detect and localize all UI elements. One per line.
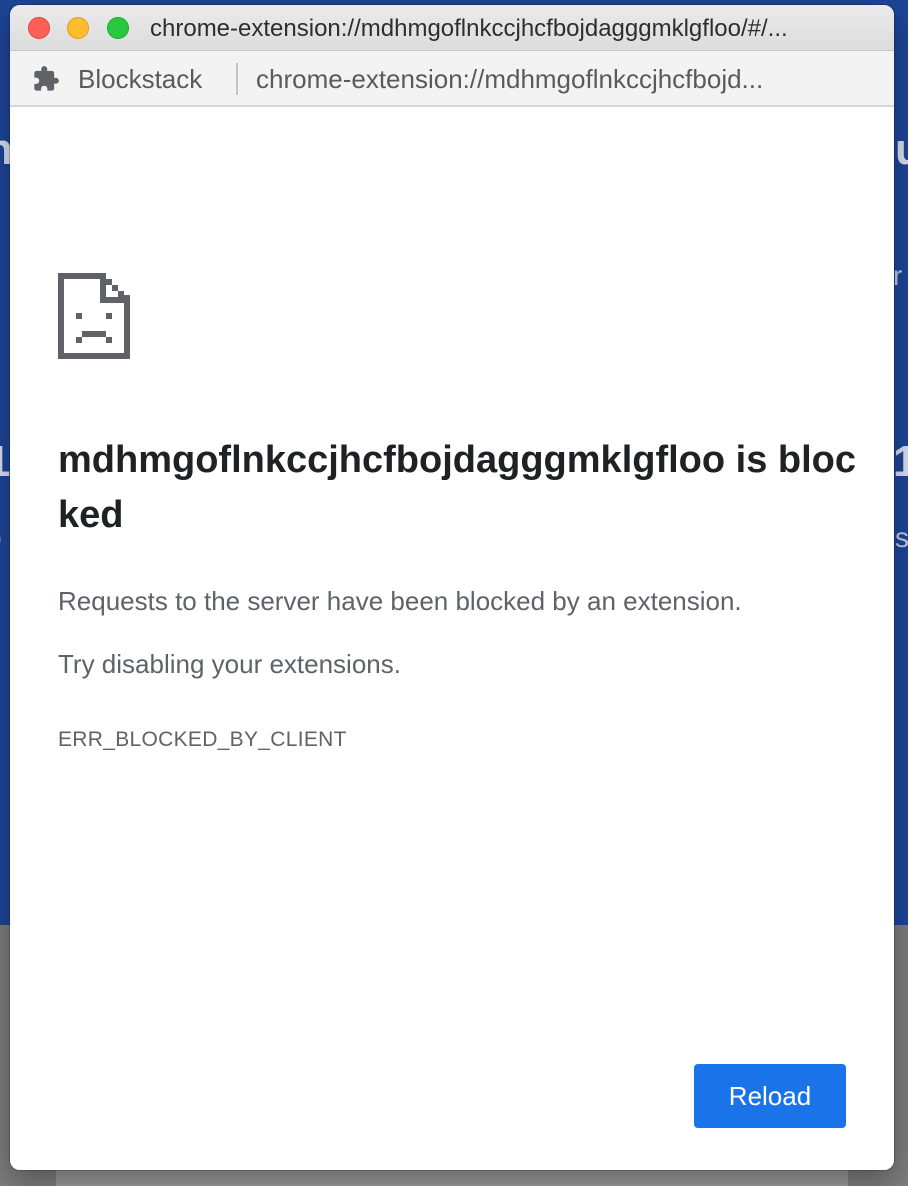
popup-window: chrome-extension://mdhmgoflnkccjhcfbojda… (10, 5, 894, 1170)
error-suggestion: Try disabling your extensions. (58, 649, 401, 679)
background-fragment: 1 (0, 440, 10, 484)
error-message: Requests to the server have been blocked… (58, 586, 742, 616)
close-window-button[interactable] (28, 17, 50, 39)
puzzle-piece-icon (32, 65, 60, 93)
background-fragment: u (895, 128, 908, 172)
address-bar: Blockstack chrome-extension://mdhmgoflnk… (10, 51, 894, 107)
title-bar[interactable]: chrome-extension://mdhmgoflnkccjhcfbojda… (10, 5, 894, 51)
extension-name: Blockstack (78, 64, 203, 94)
error-page: mdhmgoflnkccjhcfbojdagggmklgfloo is bloc… (10, 107, 894, 1170)
reload-button[interactable]: Reload (694, 1064, 846, 1128)
error-code: ERR_BLOCKED_BY_CLIENT (58, 728, 347, 751)
window-title: chrome-extension://mdhmgoflnkccjhcfbojda… (150, 15, 788, 42)
error-heading: mdhmgoflnkccjhcfbojdagggmklgfloo is bloc… (58, 439, 857, 536)
minimize-window-button[interactable] (67, 17, 89, 39)
maximize-window-button[interactable] (107, 17, 129, 39)
background-fragment: 1 (893, 437, 908, 486)
address-url[interactable]: chrome-extension://mdhmgoflnkccjhcfbojd.… (256, 64, 876, 94)
sad-document-icon (58, 273, 130, 359)
background-fragment: p (0, 524, 2, 552)
background-fragment: s (895, 522, 908, 553)
address-separator (236, 63, 238, 95)
background-fragment: r (893, 260, 903, 291)
